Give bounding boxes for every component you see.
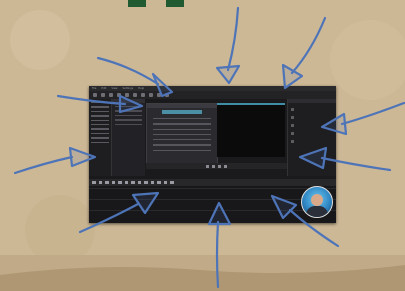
annotation-arrows: [13, 6, 405, 289]
arrow: [215, 6, 241, 85]
arrow: [13, 146, 97, 175]
arrow: [207, 201, 232, 289]
arrow: [270, 194, 340, 248]
arrow: [320, 101, 405, 136]
arrow: [298, 146, 392, 172]
arrow: [96, 56, 174, 98]
arrow: [56, 94, 144, 114]
arrow: [78, 191, 160, 234]
arrow: [281, 16, 327, 90]
